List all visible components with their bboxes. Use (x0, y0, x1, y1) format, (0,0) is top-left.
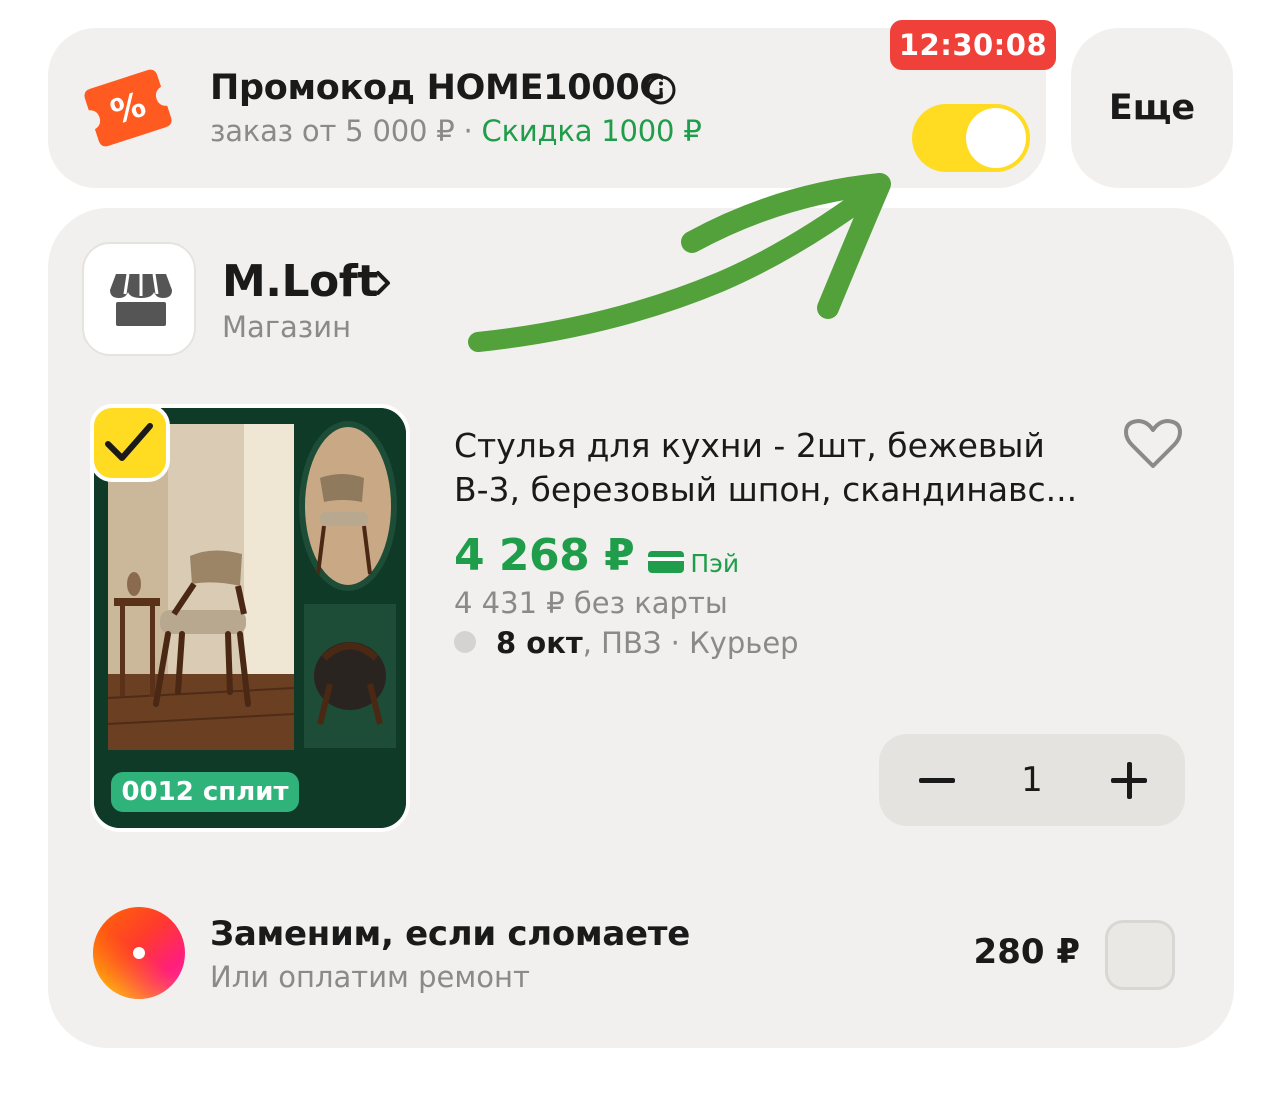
plus-icon[interactable] (1099, 756, 1159, 804)
promo-toggle[interactable] (912, 104, 1030, 172)
promo-subtitle: заказ от 5 000 ₽ · Скидка 1000 ₽ (210, 114, 702, 148)
delivery-info: 8 окт, ПВЗ · Курьер (454, 626, 799, 660)
insurance-title: Заменим, если сломаете (210, 914, 690, 954)
price-row: 4 268 ₽ Пэй (454, 530, 739, 582)
insurance-checkbox[interactable] (1105, 920, 1175, 990)
store-type: Магазин (222, 310, 352, 344)
promo-timer: 12:30:08 (890, 20, 1056, 70)
promo-title: Промокод HOME1000C (210, 68, 665, 108)
delivery-dot (454, 631, 476, 653)
product-price: 4 268 ₽ (454, 530, 635, 581)
pay-label: Пэй (690, 549, 740, 578)
product-checkbox[interactable] (90, 404, 170, 482)
more-button[interactable]: Еще (1071, 28, 1233, 188)
delivery-methods: , ПВЗ · Курьер (582, 626, 799, 660)
toggle-knob (966, 108, 1026, 168)
split-badge: 0012 сплит (111, 772, 299, 812)
promo-ticket-icon: % (84, 69, 172, 147)
store-logo[interactable] (82, 242, 196, 356)
info-icon[interactable] (645, 74, 677, 106)
quantity-stepper: 1 (879, 734, 1185, 826)
store-icon (110, 273, 172, 326)
promo-discount: Скидка 1000 ₽ (481, 114, 702, 148)
chevron-right-icon[interactable] (372, 268, 396, 298)
card-icon (648, 550, 685, 573)
insurance-price: 280 ₽ (973, 932, 1080, 972)
price-without-card: 4 431 ₽ без карты (454, 586, 728, 620)
minus-icon[interactable] (907, 756, 967, 804)
insurance-logo-icon[interactable] (92, 906, 186, 1000)
store-name[interactable]: M.Loft (222, 256, 378, 307)
more-card: Еще (1071, 28, 1233, 188)
heart-icon[interactable] (1124, 418, 1182, 470)
check-icon (105, 423, 153, 461)
product-title[interactable]: Стулья для кухни - 2шт, бежевый В-3, бер… (454, 424, 1104, 512)
quantity-value: 1 (1021, 760, 1043, 800)
delivery-date: 8 окт (496, 626, 583, 660)
insurance-subtitle: Или оплатим ремонт (210, 960, 530, 994)
promo-min-order: заказ от 5 000 ₽ · (210, 114, 482, 148)
